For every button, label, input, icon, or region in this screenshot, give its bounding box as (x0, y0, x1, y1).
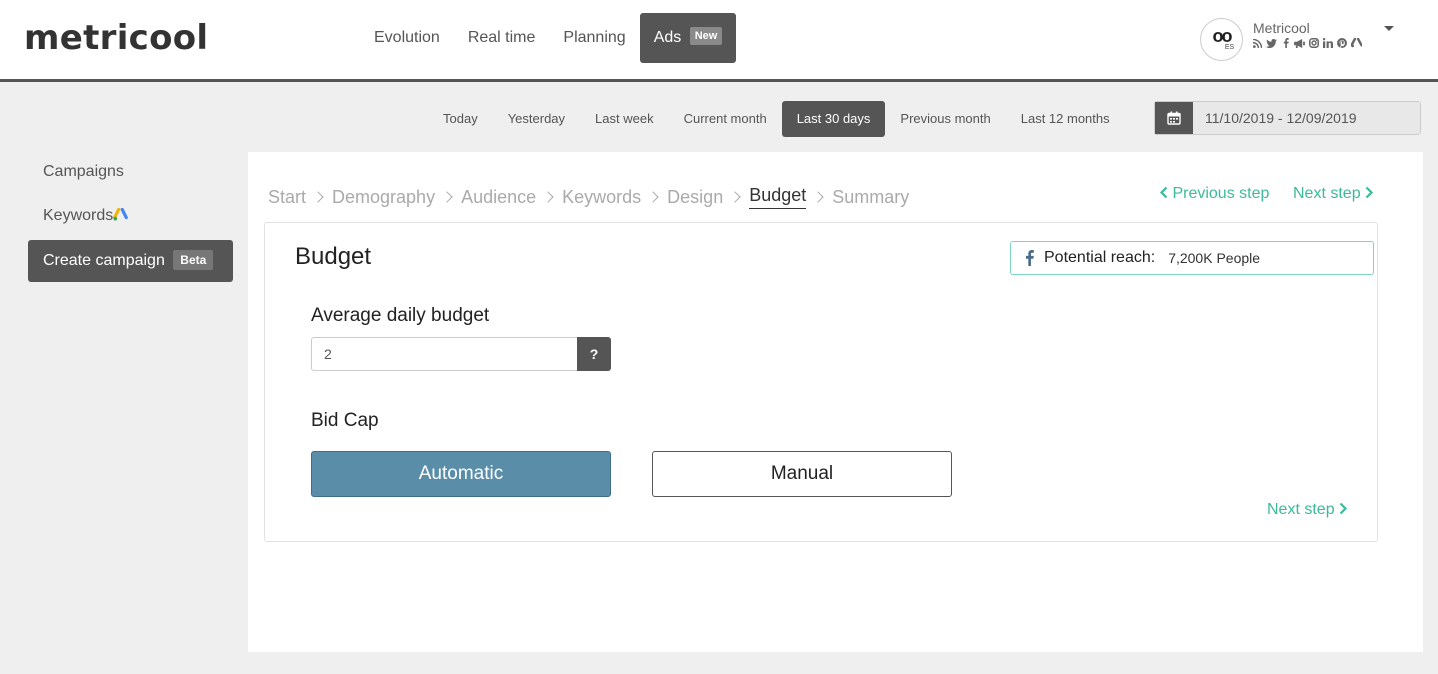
beta-badge: Beta (173, 250, 214, 270)
date-range-picker (1154, 101, 1421, 135)
campaign-wizard: Start Demography Audience Keywords Desig… (248, 152, 1423, 652)
chevron-right-icon (647, 191, 659, 203)
chevron-right-icon (812, 191, 824, 203)
range-last-week[interactable]: Last week (580, 101, 669, 137)
twitter-icon (1266, 38, 1277, 51)
chevron-right-icon (1365, 186, 1374, 199)
next-step-button-top[interactable]: Next step (1293, 185, 1374, 203)
facebook-icon (1281, 38, 1290, 51)
main-nav: Evolution Real time Planning Ads New (360, 13, 737, 63)
step-demography[interactable]: Demography (332, 187, 435, 208)
step-start[interactable]: Start (268, 187, 306, 208)
potential-reach-label: Potential reach: (1044, 249, 1156, 266)
bid-cap-label: Bid Cap (311, 410, 379, 431)
bid-cap-automatic-button[interactable]: Automatic (311, 451, 611, 497)
chevron-left-icon (1159, 186, 1168, 199)
nav-evolution[interactable]: Evolution (360, 13, 454, 63)
daily-budget-label: Average daily budget (311, 305, 490, 326)
range-last-12-months[interactable]: Last 12 months (1006, 101, 1125, 137)
chevron-right-icon (1339, 502, 1348, 515)
instagram-icon (1309, 38, 1319, 51)
next-step-label: Next step (1293, 185, 1361, 202)
sidebar-item-create-campaign[interactable]: Create campaign Beta (28, 240, 233, 282)
new-badge: New (689, 27, 723, 45)
chevron-right-icon (729, 191, 741, 203)
megaphone-icon (1294, 38, 1305, 51)
range-today[interactable]: Today (428, 101, 493, 137)
facebook-icon (1026, 250, 1034, 266)
connected-networks (1252, 37, 1363, 51)
account-switcher[interactable]: oo ES Metricool (1200, 18, 1420, 62)
sidebar-item-label: Keywords (43, 207, 114, 224)
top-header: metricool Evolution Real time Planning A… (0, 0, 1438, 82)
step-keywords[interactable]: Keywords (562, 187, 641, 208)
potential-reach-value: 7,200K People (1168, 250, 1261, 266)
chevron-right-icon (312, 191, 324, 203)
step-audience[interactable]: Audience (461, 187, 536, 208)
avatar-logo-text: oo (1212, 25, 1233, 46)
linkedin-icon (1322, 38, 1333, 51)
help-button[interactable]: ? (577, 337, 611, 371)
step-budget[interactable]: Budget (749, 185, 807, 209)
budget-panel: Budget Potential reach: 7,200K People Av… (264, 222, 1378, 542)
nav-ads[interactable]: Ads New (639, 13, 737, 63)
chevron-right-icon (441, 191, 453, 203)
next-step-label: Next step (1267, 501, 1335, 518)
calendar-icon (1167, 111, 1181, 125)
date-range-input[interactable] (1193, 102, 1420, 134)
step-design[interactable]: Design (667, 187, 723, 208)
daily-budget-input[interactable] (311, 337, 578, 371)
account-name: Metricool (1253, 20, 1310, 36)
panel-title: Budget (295, 243, 372, 270)
sidebar-item-keywords[interactable]: Keywords (28, 195, 233, 237)
calendar-button[interactable] (1155, 102, 1193, 134)
range-previous-month[interactable]: Previous month (885, 101, 1005, 137)
avatar: oo ES (1200, 18, 1243, 61)
nav-planning[interactable]: Planning (549, 13, 639, 63)
rss-icon (1252, 38, 1263, 51)
sidebar-item-campaigns[interactable]: Campaigns (28, 151, 233, 193)
next-step-button-bottom[interactable]: Next step (1267, 501, 1348, 519)
range-last-30-days[interactable]: Last 30 days (781, 101, 886, 137)
bid-cap-manual-button[interactable]: Manual (652, 451, 952, 497)
google-ads-icon (113, 207, 129, 221)
nav-ads-label: Ads (653, 29, 682, 46)
range-current-month[interactable]: Current month (669, 101, 782, 137)
step-summary[interactable]: Summary (832, 187, 909, 208)
previous-step-label: Previous step (1172, 185, 1270, 202)
potential-reach-box: Potential reach: 7,200K People (1010, 241, 1374, 275)
metricool-logo[interactable]: metricool (24, 18, 208, 58)
pinterest-icon (1337, 38, 1347, 51)
previous-step-button[interactable]: Previous step (1159, 185, 1269, 203)
sidebar-item-label: Create campaign (43, 252, 165, 269)
avatar-language: ES (1224, 43, 1235, 51)
range-yesterday[interactable]: Yesterday (493, 101, 580, 137)
date-range-presets: Today Yesterday Last week Current month … (428, 101, 1125, 137)
google-ads-icon (1350, 37, 1363, 51)
chevron-down-icon[interactable] (1384, 26, 1394, 31)
wizard-breadcrumb: Start Demography Audience Keywords Desig… (268, 185, 909, 209)
chevron-right-icon (542, 191, 554, 203)
nav-real-time[interactable]: Real time (454, 13, 550, 63)
